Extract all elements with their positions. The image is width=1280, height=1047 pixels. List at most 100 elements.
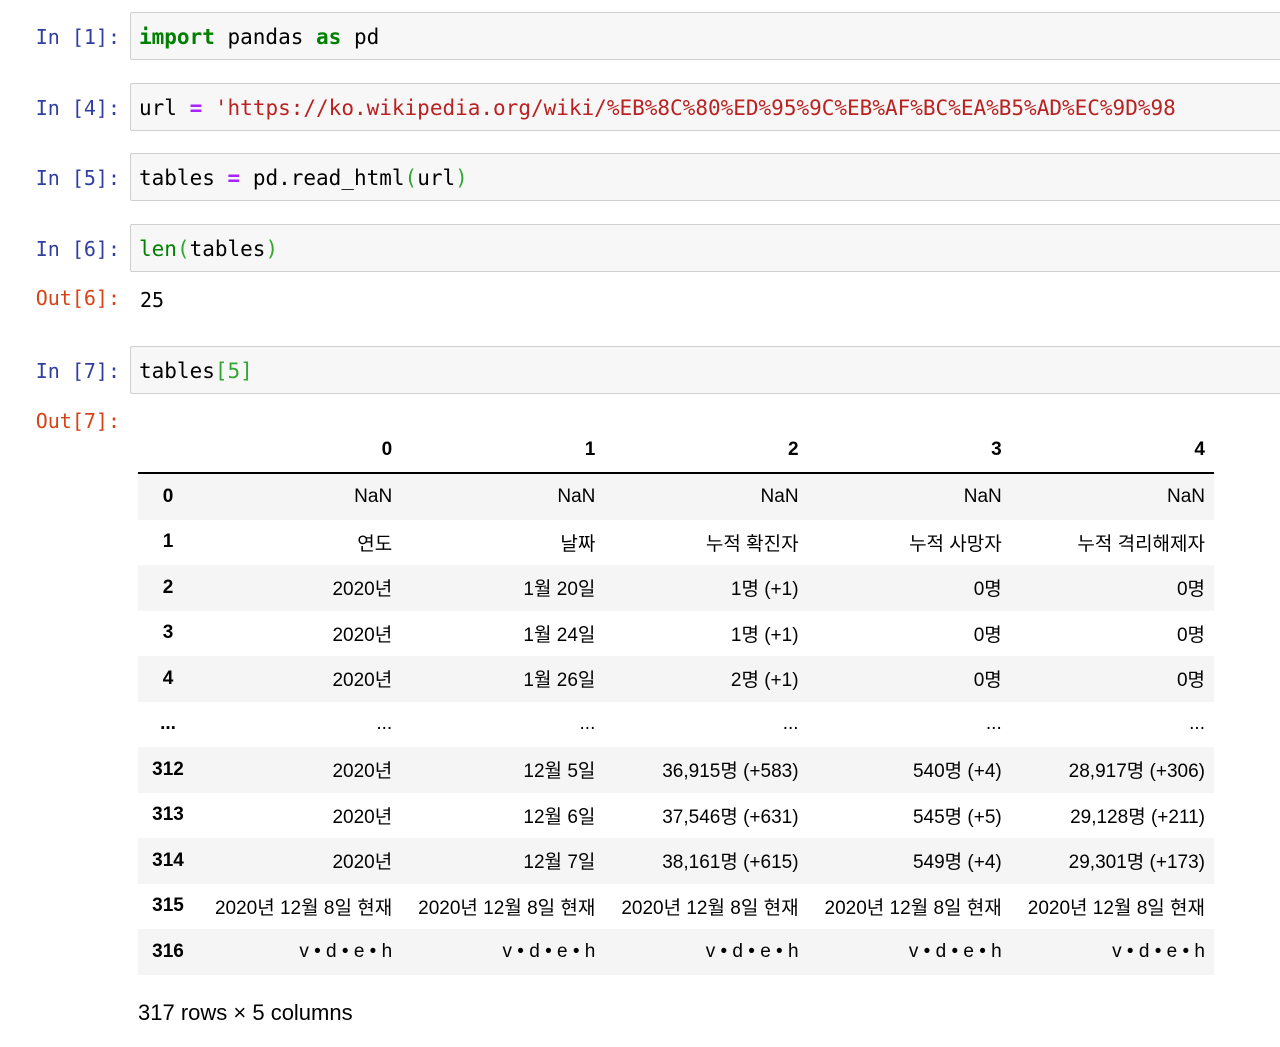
table-cell: 12월 7일 — [523, 852, 596, 874]
table-row: .................. — [138, 702, 1214, 748]
table-cell: 545명 (+5) — [912, 806, 1002, 828]
code-token: import — [139, 25, 215, 49]
table-row: 315 2020년 12월 8일 현재 2020년 12월 8일 현재 2020년 1… — [138, 884, 1214, 930]
code-token: ) — [265, 237, 279, 261]
table-cell: NaN — [354, 485, 393, 507]
code-input[interactable]: import pandas as pd — [130, 12, 1280, 60]
table-cell: 29,301명 (+173) — [1068, 852, 1205, 874]
code-token: ( — [404, 166, 418, 190]
table-cell: ... — [376, 713, 393, 735]
code-token: ( — [176, 237, 190, 261]
table-row: 4 2020년 1월 26일 2명 (+1) 0명 0명 — [138, 656, 1214, 702]
code-token: ) — [455, 166, 468, 190]
table-cell: 날짜 — [560, 533, 596, 555]
code-token: = — [227, 166, 241, 190]
table-cell: 1월 26일 — [523, 670, 596, 692]
column-header: 0 — [198, 428, 402, 474]
table-cell: 누적 확진자 — [705, 533, 799, 555]
row-index: 1 — [162, 531, 174, 553]
table-cell: 0명 — [973, 579, 1002, 601]
code-token: tables — [139, 359, 215, 383]
table-cell: v • d • e • h — [1112, 940, 1205, 962]
table-cell: 2020년 12월 8일 현재 — [621, 897, 799, 919]
table-cell: 38,161명 (+615) — [662, 852, 799, 874]
table-cell: 36,915명 (+583) — [662, 761, 799, 783]
table-cell: NaN — [963, 485, 1002, 507]
code-token: url — [417, 166, 456, 190]
table-cell: NaN — [1166, 485, 1205, 507]
table-row: 1 연도 날짜 누적 확진자 누적 사망자 누적 격리해제자 — [138, 520, 1214, 566]
table-cell: 2020년 — [332, 806, 393, 828]
table-cell: 2020년 12월 8일 현재 — [418, 897, 596, 919]
table-cell: 연도 — [357, 533, 393, 555]
table-row: 314 2020년 12월 7일 38,161명 (+615) 549명 (+4) 29,… — [138, 838, 1214, 884]
row-index: 0 — [162, 485, 174, 507]
table-row: 316 v • d • e • h v • d • e • h v • d • e •… — [138, 929, 1214, 975]
table-row: 313 2020년 12월 6일 37,546명 (+631) 545명 (+5) 29,… — [138, 793, 1214, 839]
table-cell: v • d • e • h — [908, 940, 1002, 962]
table-cell: 2020년 — [332, 852, 393, 874]
code-input[interactable]: tables = pd.read_html(url) — [130, 153, 1280, 201]
table-cell: 28,917명 (+306) — [1068, 761, 1205, 783]
row-index: 314 — [152, 849, 184, 871]
output-prompt: Out[6]: — [35, 286, 120, 310]
code-token: pd.read_html — [240, 166, 405, 190]
table-cell: 1명 (+1) — [730, 624, 799, 646]
table-cell: NaN — [760, 485, 799, 507]
code-text: tables = pd.read_html(url) — [139, 165, 468, 191]
input-prompt: In [4]: — [35, 96, 120, 120]
code-token: 'https://ko.wikipedia.org/wiki/%EB%8C%80… — [214, 96, 1176, 120]
table-cell: v • d • e • h — [502, 940, 596, 962]
code-token: as — [316, 25, 342, 49]
table-cell: v • d • e • h — [705, 940, 799, 962]
dataframe-header-row: 0 1 2 3 4 — [138, 428, 1214, 474]
dataframe-shape: 317 rows × 5 columns — [138, 1000, 353, 1025]
row-index: 315 — [152, 895, 184, 917]
dataframe-table: 0 1 2 3 4 0 NaN NaN NaN NaN NaN 1 연도 날짜 누적 확진자 누적 … — [138, 428, 1214, 975]
table-cell: 549명 (+4) — [912, 852, 1002, 874]
column-header: 2 — [604, 428, 808, 474]
table-cell: 0명 — [1176, 670, 1205, 692]
code-token: tables — [189, 237, 266, 261]
table-row: 0 NaN NaN NaN NaN NaN — [138, 473, 1214, 520]
code-token: pandas — [214, 25, 317, 49]
row-index: 316 — [152, 940, 184, 962]
table-cell: v • d • e • h — [299, 940, 393, 962]
table-cell: 2020년 12월 8일 현재 — [214, 897, 393, 919]
code-token: tables — [139, 166, 228, 190]
table-cell: 0명 — [973, 624, 1002, 646]
output-value: 25 — [140, 288, 165, 312]
row-index: 2 — [162, 576, 174, 598]
code-input[interactable]: tables[5] — [130, 346, 1280, 394]
table-cell: 누적 격리해제자 — [1077, 533, 1205, 555]
row-index: ... — [160, 713, 176, 735]
code-token: pd — [341, 25, 380, 49]
code-input[interactable]: len(tables) — [130, 224, 1280, 272]
row-index: 312 — [152, 758, 184, 780]
input-prompt: In [5]: — [35, 166, 120, 190]
table-cell: 0명 — [1176, 579, 1205, 601]
table-cell: 0명 — [1176, 624, 1205, 646]
table-cell: 누적 사망자 — [909, 533, 1002, 555]
table-row: 3 2020년 1월 24일 1명 (+1) 0명 0명 — [138, 611, 1214, 657]
column-header: 1 — [401, 428, 605, 474]
output-prompt: Out[7]: — [35, 409, 120, 433]
input-prompt: In [7]: — [35, 359, 120, 383]
input-prompt: In [1]: — [35, 25, 120, 49]
table-cell: 2020년 — [332, 624, 393, 646]
table-row: 2 2020년 1월 20일 1명 (+1) 0명 0명 — [138, 565, 1214, 611]
code-text: import pandas as pd — [139, 24, 379, 50]
table-cell: 2020년 — [332, 670, 393, 692]
table-cell: 29,128명 (+211) — [1070, 806, 1205, 828]
table-cell: 0명 — [973, 670, 1002, 692]
column-header: 3 — [807, 428, 1011, 474]
table-cell: 1월 20일 — [523, 579, 596, 601]
code-input[interactable]: url = 'https://ko.wikipedia.org/wiki/%EB… — [130, 83, 1280, 131]
code-token: len — [139, 237, 177, 261]
dataframe-body: 0 NaN NaN NaN NaN NaN 1 연도 날짜 누적 확진자 누적 사망자 누적 격리해제… — [138, 473, 1214, 975]
row-index: 3 — [162, 622, 174, 644]
code-token: url — [139, 96, 190, 120]
input-prompt: In [6]: — [35, 237, 120, 261]
code-text: len(tables) — [139, 236, 278, 262]
